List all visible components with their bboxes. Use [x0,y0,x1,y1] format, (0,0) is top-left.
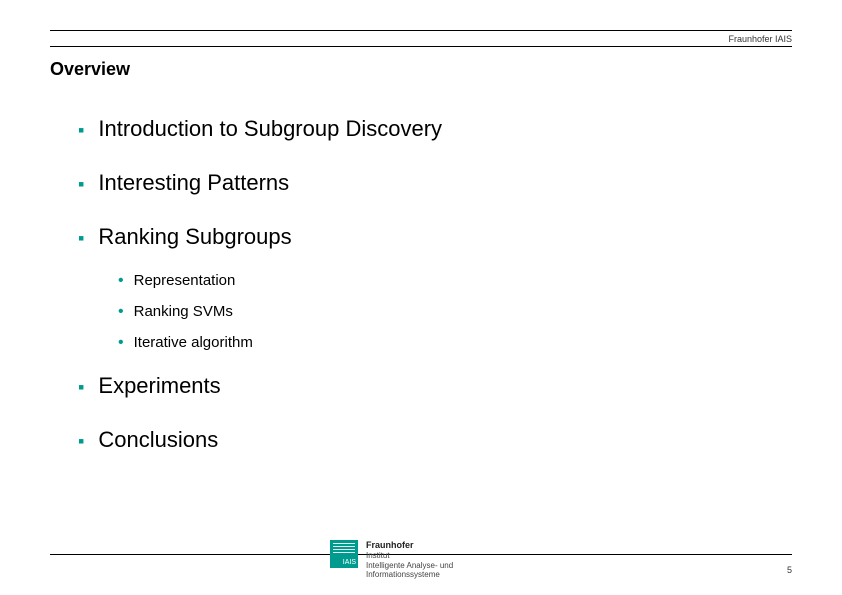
logo-label: IAIS [343,559,356,566]
square-bullet-icon: ▪ [78,229,84,247]
page-title: Overview [50,59,792,80]
square-bullet-icon: ▪ [78,378,84,396]
list-item-label: Ranking Subgroups [98,224,291,250]
footer-org-text: Fraunhofer Institut Intelligente Analyse… [366,540,453,580]
org-dept-line: Institut [366,551,390,560]
sub-list-item-label: Iterative algorithm [134,334,253,351]
header-underline [50,46,792,47]
dot-bullet-icon: • [118,304,124,320]
org-dept-line: Intelligente Analyse- und [366,561,453,570]
sub-list: • Representation • Ranking SVMs • Iterat… [78,272,792,351]
dot-bullet-icon: • [118,335,124,351]
sub-list-item-label: Ranking SVMs [134,303,233,320]
square-bullet-icon: ▪ [78,175,84,193]
org-dept-line: Informationssysteme [366,570,440,579]
sub-list-item: • Ranking SVMs [118,303,792,320]
list-item: ▪ Experiments [78,373,792,399]
page-number: 5 [787,565,792,575]
iais-logo-icon: IAIS [330,540,358,568]
list-item-label: Introduction to Subgroup Discovery [98,116,442,142]
sub-list-item: • Representation [118,272,792,289]
square-bullet-icon: ▪ [78,121,84,139]
list-item-label: Experiments [98,373,220,399]
list-item: ▪ Introduction to Subgroup Discovery [78,116,792,142]
header-brand: Fraunhofer IAIS [50,31,792,46]
org-name: Fraunhofer [366,540,414,550]
sub-list-item: • Iterative algorithm [118,334,792,351]
list-item: ▪ Interesting Patterns [78,170,792,196]
content-list: ▪ Introduction to Subgroup Discovery ▪ I… [50,116,792,453]
list-item-label: Conclusions [98,427,218,453]
dot-bullet-icon: • [118,273,124,289]
list-item: ▪ Conclusions [78,427,792,453]
list-item: ▪ Ranking Subgroups [78,224,792,250]
square-bullet-icon: ▪ [78,432,84,450]
footer-logo-block: IAIS Fraunhofer Institut Intelligente An… [330,540,453,580]
list-item-label: Interesting Patterns [98,170,289,196]
slide: Fraunhofer IAIS Overview ▪ Introduction … [0,0,842,595]
sub-list-item-label: Representation [134,272,236,289]
